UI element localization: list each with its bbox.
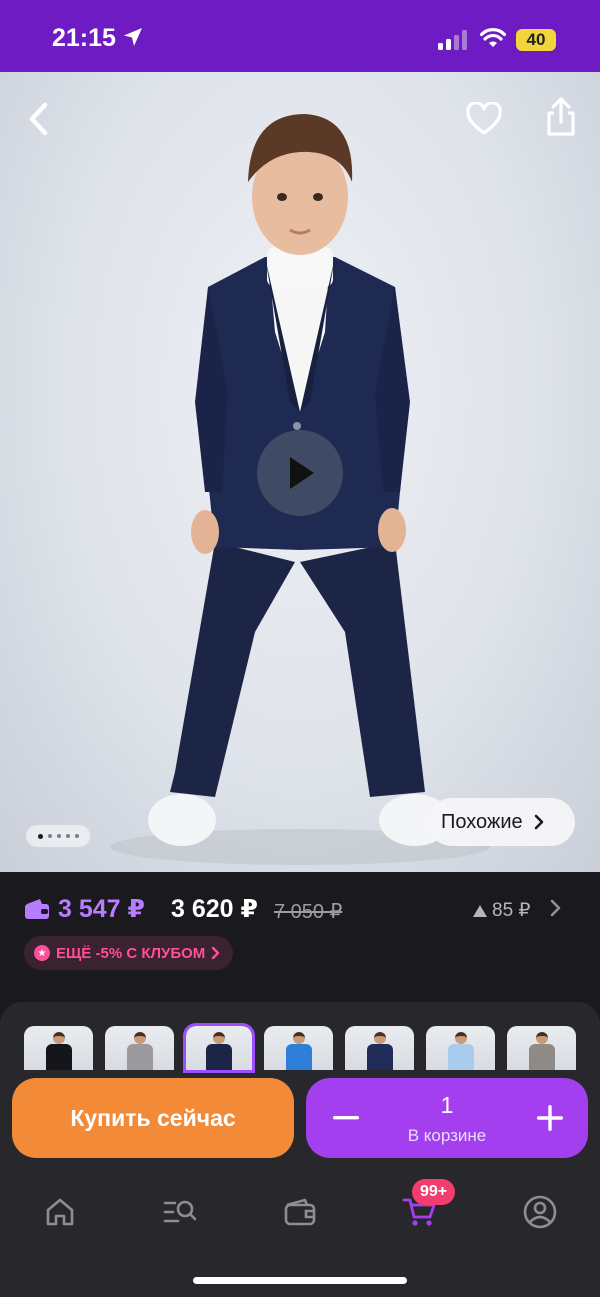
thumbnail-figure-head (535, 1032, 548, 1044)
wallet-icon (25, 899, 49, 919)
thumbnail-figure-head (373, 1032, 386, 1044)
wallet-icon (284, 1198, 316, 1226)
thumbnail-figure-jacket (366, 1044, 393, 1070)
club-offer-label: ЕЩЁ -5% С КЛУБОМ (56, 944, 206, 962)
tab-catalog[interactable] (158, 1190, 202, 1234)
image-pagination (26, 825, 90, 847)
points-value: 85 ₽ (492, 900, 531, 921)
triangle-up-icon (473, 904, 487, 917)
tab-home[interactable] (38, 1190, 82, 1234)
home-icon (46, 1198, 74, 1226)
share-button[interactable] (536, 92, 586, 142)
status-time: 21:15 (52, 24, 116, 52)
chevron-right-icon (212, 946, 220, 960)
play-icon (290, 457, 314, 489)
tab-profile[interactable] (518, 1190, 562, 1234)
page-dot (37, 833, 43, 839)
chevron-right-icon[interactable] (549, 898, 563, 918)
page-dot (47, 834, 52, 838)
wallet-price: 3 547 ₽ (58, 895, 145, 923)
product-image-gallery[interactable]: Похожие (0, 72, 600, 872)
favorite-button[interactable] (459, 94, 509, 144)
star-icon: ★ (34, 945, 50, 961)
similar-products-button[interactable]: Похожие (428, 798, 575, 846)
battery-indicator: 40 (516, 29, 556, 51)
thumbnail-figure-head (213, 1032, 225, 1044)
chevron-right-icon (534, 814, 543, 830)
thumbnail-figure-jacket (285, 1044, 312, 1070)
thumbnail-figure-head (133, 1032, 146, 1044)
thumbnail-figure-jacket (528, 1044, 555, 1070)
bottom-panel: Купить сейчас 1 В корзине 99+ (0, 1002, 600, 1297)
profile-icon (523, 1195, 557, 1229)
thumbnail-figure-jacket (206, 1044, 232, 1070)
old-price: 7 050 ₽ (274, 901, 343, 923)
points-info[interactable]: 85 ₽ (472, 899, 531, 922)
variant-thumbnail[interactable] (264, 1026, 333, 1070)
variant-thumbnail[interactable] (426, 1026, 495, 1070)
buy-now-button[interactable]: Купить сейчас (12, 1078, 294, 1158)
variant-thumbnail[interactable] (507, 1026, 576, 1070)
variant-thumbnails (24, 1023, 576, 1073)
club-discount-badge[interactable]: ★ ЕЩЁ -5% С КЛУБОМ (24, 936, 234, 970)
thumbnail-figure-jacket (126, 1044, 153, 1070)
wifi-icon (480, 28, 506, 47)
page-dot (74, 834, 79, 838)
page-dot (65, 834, 70, 838)
status-bar: 21:15 40 (0, 0, 600, 72)
page-dot (56, 834, 61, 838)
cellular-signal-icon (438, 30, 467, 50)
cart-count-badge: 99+ (412, 1179, 456, 1205)
catalog-search-icon (163, 1200, 197, 1223)
variant-thumbnail[interactable] (345, 1026, 414, 1070)
cart-quantity-control: 1 В корзине (306, 1078, 588, 1158)
play-video-button[interactable] (257, 430, 343, 516)
tab-bar: 99+ (0, 1179, 600, 1242)
variant-thumbnail[interactable] (105, 1026, 174, 1070)
heart-icon (466, 102, 502, 135)
variant-thumbnail[interactable] (24, 1026, 93, 1070)
thumbnail-figure-head (52, 1032, 65, 1044)
chevron-left-icon (29, 102, 48, 136)
thumbnail-figure-jacket (45, 1044, 72, 1070)
thumbnail-figure-jacket (447, 1044, 474, 1070)
current-price: 3 620 ₽ (171, 895, 258, 923)
variant-thumbnail[interactable] (183, 1023, 255, 1073)
location-arrow-icon (124, 28, 142, 46)
thumbnail-figure-head (454, 1032, 467, 1044)
share-icon (547, 97, 575, 136)
plus-icon (537, 1105, 563, 1131)
similar-label: Похожие (441, 810, 523, 833)
thumbnail-figure-head (292, 1032, 305, 1044)
home-indicator (193, 1277, 407, 1284)
increase-quantity-button[interactable] (530, 1098, 570, 1138)
price-block: 3 547 ₽ 3 620 ₽ 7 050 ₽ 85 ₽ ★ ЕЩЁ -5% С… (0, 872, 600, 990)
back-button[interactable] (14, 94, 64, 144)
tab-wallet[interactable] (278, 1190, 322, 1234)
